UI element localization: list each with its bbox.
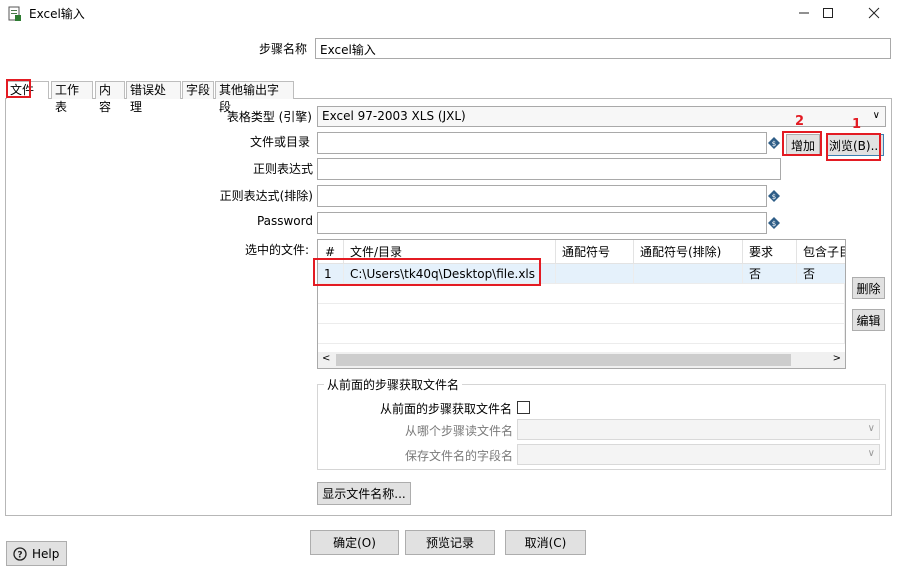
accept-filenames-label: 从前面的步骤获取文件名: [380, 402, 513, 416]
accept-filenames-checkbox[interactable]: [517, 401, 530, 414]
previous-step-group-title: 从前面的步骤获取文件名: [324, 376, 463, 393]
tab-error-handling[interactable]: 错误处理: [126, 81, 181, 114]
add-button-highlight: [782, 131, 822, 156]
table-row-empty: [318, 284, 845, 304]
ok-button-label: 确定(O): [333, 536, 376, 550]
show-filenames-button-label: 显示文件名称...: [322, 487, 406, 501]
regex-exclude-label: 正则表达式(排除): [219, 189, 313, 203]
svg-text:$: $: [772, 220, 776, 228]
password-label: Password: [256, 214, 313, 228]
ok-button[interactable]: 确定(O): [310, 530, 399, 555]
tab-fields[interactable]: 字段: [182, 81, 214, 99]
step-to-read-label: 从哪个步骤读文件名: [405, 424, 514, 438]
preview-button-label: 预览记录: [425, 536, 474, 550]
delete-button-label: 删除: [856, 281, 881, 296]
cancel-button-label: 取消(C): [524, 536, 567, 550]
table-cell-include-subfolders: 否: [797, 264, 845, 284]
title-bar: Excel输入: [0, 0, 897, 28]
regex-exclude-input[interactable]: [317, 185, 767, 207]
filename-field-label: 保存文件名的字段名: [405, 449, 514, 463]
close-icon[interactable]: [854, 0, 894, 26]
column-header-include-subfolders[interactable]: 包含子目: [797, 240, 845, 264]
show-filenames-button[interactable]: 显示文件名称...: [317, 482, 411, 505]
help-button[interactable]: ? Help: [6, 541, 67, 566]
spreadsheet-type-value: Excel 97-2003 XLS (JXL): [322, 109, 466, 123]
table-cell-wildcard: [556, 264, 634, 284]
chevron-down-icon: ∨: [872, 110, 880, 121]
svg-text:$: $: [772, 193, 776, 201]
file-or-dir-input[interactable]: [317, 132, 767, 154]
svg-text:?: ?: [17, 550, 22, 560]
selected-file-highlight: [313, 258, 541, 286]
table-row-empty: [318, 304, 845, 324]
column-header-required[interactable]: 要求: [743, 240, 797, 264]
table-cell-required: 否: [743, 264, 797, 284]
chevron-down-icon: ∨: [867, 423, 875, 434]
spreadsheet-type-label: 表格类型 (引擎): [226, 110, 312, 124]
scrollbar-thumb[interactable]: [336, 354, 791, 366]
tab-content[interactable]: 内容: [95, 81, 125, 114]
help-button-label: Help: [32, 546, 60, 561]
file-or-dir-label: 文件或目录: [249, 135, 310, 149]
excel-input-icon: [8, 6, 21, 21]
chevron-down-icon: ∨: [867, 448, 875, 459]
svg-text:$: $: [772, 140, 776, 148]
tab-content-label: 内容: [99, 83, 112, 114]
tab-other-output-fields[interactable]: 其他输出字段: [215, 81, 294, 114]
scroll-left-icon[interactable]: <: [322, 353, 330, 364]
variable-diamond-icon[interactable]: $: [768, 190, 780, 202]
regex-label: 正则表达式: [252, 162, 313, 176]
cancel-button[interactable]: 取消(C): [505, 530, 586, 555]
preview-button[interactable]: 预览记录: [405, 530, 495, 555]
password-input[interactable]: [317, 212, 767, 234]
annotation-number-1: 1: [852, 117, 862, 132]
annotation-number-2: 2: [795, 114, 805, 129]
variable-diamond-icon[interactable]: $: [768, 217, 780, 229]
step-name-input[interactable]: Excel输入: [315, 38, 891, 59]
maximize-icon[interactable]: [808, 0, 848, 26]
column-header-wildcard-exclude[interactable]: 通配符号(排除): [634, 240, 743, 264]
browse-button-highlight: [826, 133, 881, 161]
edit-button[interactable]: 编辑: [852, 309, 885, 331]
column-header-wildcard[interactable]: 通配符号: [556, 240, 634, 264]
table-cell-wildcard-exclude: [634, 264, 743, 284]
tab-fields-label: 字段: [186, 83, 211, 97]
help-icon: ?: [13, 546, 27, 561]
table-row-empty: [318, 324, 845, 344]
edit-button-label: 编辑: [856, 313, 881, 328]
tab-worksheet[interactable]: 工作表: [51, 81, 93, 114]
selected-files-label: 选中的文件:: [244, 243, 309, 257]
regex-input[interactable]: [317, 158, 781, 180]
variable-diamond-icon[interactable]: $: [768, 137, 780, 149]
step-name-label: 步骤名称: [259, 42, 308, 56]
horizontal-scrollbar[interactable]: < >: [318, 352, 845, 368]
window-title: Excel输入: [29, 7, 85, 21]
filename-field-select[interactable]: ∨: [517, 444, 880, 465]
step-to-read-select[interactable]: ∨: [517, 419, 880, 440]
scroll-right-icon[interactable]: >: [833, 353, 841, 364]
delete-button[interactable]: 删除: [852, 277, 885, 299]
tab-file-highlight: [6, 79, 31, 98]
